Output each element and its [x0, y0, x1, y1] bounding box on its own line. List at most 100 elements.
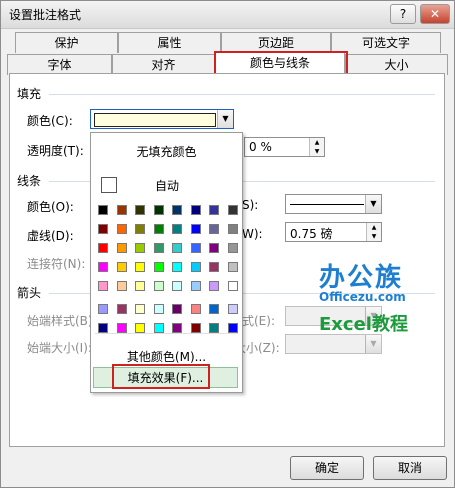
color-swatch[interactable]: [172, 323, 182, 333]
transparency-spinner[interactable]: 0 % ▲ ▼: [244, 137, 325, 157]
color-swatch[interactable]: [153, 323, 164, 333]
color-swatch[interactable]: [190, 281, 201, 291]
ok-button[interactable]: 确定: [290, 456, 364, 480]
color-swatch[interactable]: [98, 243, 108, 253]
color-swatch[interactable]: [153, 281, 164, 291]
color-swatch[interactable]: [190, 304, 201, 314]
color-swatch[interactable]: [172, 224, 182, 234]
color-swatch[interactable]: [135, 205, 145, 215]
spin-down-icon[interactable]: ▼: [309, 147, 324, 156]
color-swatch[interactable]: [190, 262, 201, 272]
line-weight-label: W):: [242, 227, 263, 241]
more-colors-option[interactable]: 其他颜色(M)...: [91, 348, 242, 365]
connector-label: 连接符(N):: [27, 257, 86, 271]
color-swatch[interactable]: [135, 262, 145, 272]
color-swatch[interactable]: [209, 224, 219, 234]
tab-properties[interactable]: 属性: [118, 32, 221, 53]
spin-down-icon[interactable]: ▼: [366, 232, 381, 241]
color-swatch[interactable]: [209, 262, 219, 272]
chevron-down-icon[interactable]: ▼: [365, 335, 381, 353]
color-swatch[interactable]: [209, 281, 219, 291]
color-swatch[interactable]: [209, 243, 219, 253]
transparency-value: 0 %: [249, 140, 272, 154]
color-swatch[interactable]: [153, 243, 164, 253]
color-swatch[interactable]: [116, 304, 127, 314]
color-swatch[interactable]: [135, 224, 145, 234]
tab-alignment[interactable]: 对齐: [112, 54, 215, 75]
color-swatch[interactable]: [227, 281, 238, 291]
color-swatch[interactable]: [227, 205, 238, 215]
color-swatch[interactable]: [190, 243, 201, 253]
color-swatch[interactable]: [209, 205, 219, 215]
format-comment-dialog: 设置批注格式 ? ✕ 保护 属性 页边距 可选文字 字体 对齐 颜色与线条 大小…: [0, 0, 455, 488]
tab-margins[interactable]: 页边距: [221, 32, 331, 53]
no-fill-option[interactable]: 无填充颜色: [91, 143, 242, 160]
color-picker-popup: 无填充颜色 自动 其他颜色(M)... 填充效果(F)...: [90, 132, 243, 393]
color-swatch[interactable]: [116, 205, 127, 215]
color-swatch[interactable]: [227, 323, 238, 333]
color-swatch[interactable]: [172, 281, 182, 291]
cancel-button[interactable]: 取消: [373, 456, 447, 480]
start-size-label: 始端大小(I):: [27, 341, 92, 355]
line-weight-spinner[interactable]: 0.75 磅 ▲ ▼: [285, 222, 382, 242]
watermark-site: Officezu.com: [319, 290, 406, 304]
color-swatch[interactable]: [98, 323, 108, 333]
watermark-logo: 办公族 Officezu.com Excel教程: [319, 257, 408, 336]
color-swatch[interactable]: [190, 205, 201, 215]
end-size-combo[interactable]: ▼: [285, 334, 382, 354]
line-section-label: 线条: [17, 174, 42, 188]
color-swatch[interactable]: [209, 304, 219, 314]
tab-protection[interactable]: 保护: [15, 32, 118, 53]
color-swatch[interactable]: [116, 323, 127, 333]
fill-color-combo[interactable]: ▼: [90, 109, 234, 129]
dash-label: 虚线(D):: [27, 229, 74, 243]
color-swatch[interactable]: [135, 243, 145, 253]
color-swatch[interactable]: [153, 224, 164, 234]
auto-color-option[interactable]: 自动: [155, 177, 179, 194]
color-swatch[interactable]: [116, 224, 127, 234]
popup-separator: [95, 333, 238, 334]
color-swatch[interactable]: [98, 281, 108, 291]
end-style-label: 式(E):: [242, 314, 275, 328]
color-swatch[interactable]: [172, 304, 182, 314]
color-swatch[interactable]: [227, 224, 238, 234]
spin-up-icon[interactable]: ▲: [366, 223, 381, 232]
color-swatch[interactable]: [116, 243, 127, 253]
color-swatch[interactable]: [172, 205, 182, 215]
transparency-label: 透明度(T):: [27, 144, 84, 158]
chevron-down-icon[interactable]: ▼: [365, 195, 381, 213]
color-swatch[interactable]: [153, 262, 164, 272]
tab-row-upper: 保护 属性 页边距 可选文字: [7, 32, 448, 54]
fill-color-label: 颜色(C):: [27, 114, 73, 128]
color-swatch[interactable]: [190, 323, 201, 333]
help-button[interactable]: ?: [390, 4, 416, 24]
color-swatch[interactable]: [190, 224, 201, 234]
auto-color-swatch[interactable]: [101, 177, 117, 193]
color-swatch[interactable]: [227, 243, 238, 253]
chevron-down-icon[interactable]: ▼: [217, 110, 233, 128]
color-swatch[interactable]: [116, 281, 127, 291]
color-swatch[interactable]: [153, 304, 164, 314]
color-swatch[interactable]: [153, 205, 164, 215]
spin-up-icon[interactable]: ▲: [309, 138, 324, 147]
color-swatch[interactable]: [135, 323, 145, 333]
color-swatch[interactable]: [135, 304, 145, 314]
color-swatch[interactable]: [98, 224, 108, 234]
color-swatch[interactable]: [116, 262, 127, 272]
close-button[interactable]: ✕: [420, 4, 450, 24]
color-swatch[interactable]: [227, 262, 238, 272]
color-swatch[interactable]: [227, 304, 238, 314]
line-style-combo[interactable]: ▼: [285, 194, 382, 214]
color-swatch[interactable]: [98, 205, 108, 215]
color-swatch[interactable]: [209, 323, 219, 333]
color-swatch[interactable]: [172, 262, 182, 272]
fill-effects-highlight: [112, 364, 210, 389]
color-swatch[interactable]: [98, 262, 108, 272]
tab-font[interactable]: 字体: [7, 54, 112, 75]
color-swatch[interactable]: [135, 281, 145, 291]
fill-section-label: 填充: [17, 87, 42, 101]
color-swatch[interactable]: [172, 243, 182, 253]
tab-size[interactable]: 大小: [345, 54, 448, 75]
tab-alt-text[interactable]: 可选文字: [331, 32, 441, 53]
color-swatch[interactable]: [98, 304, 108, 314]
